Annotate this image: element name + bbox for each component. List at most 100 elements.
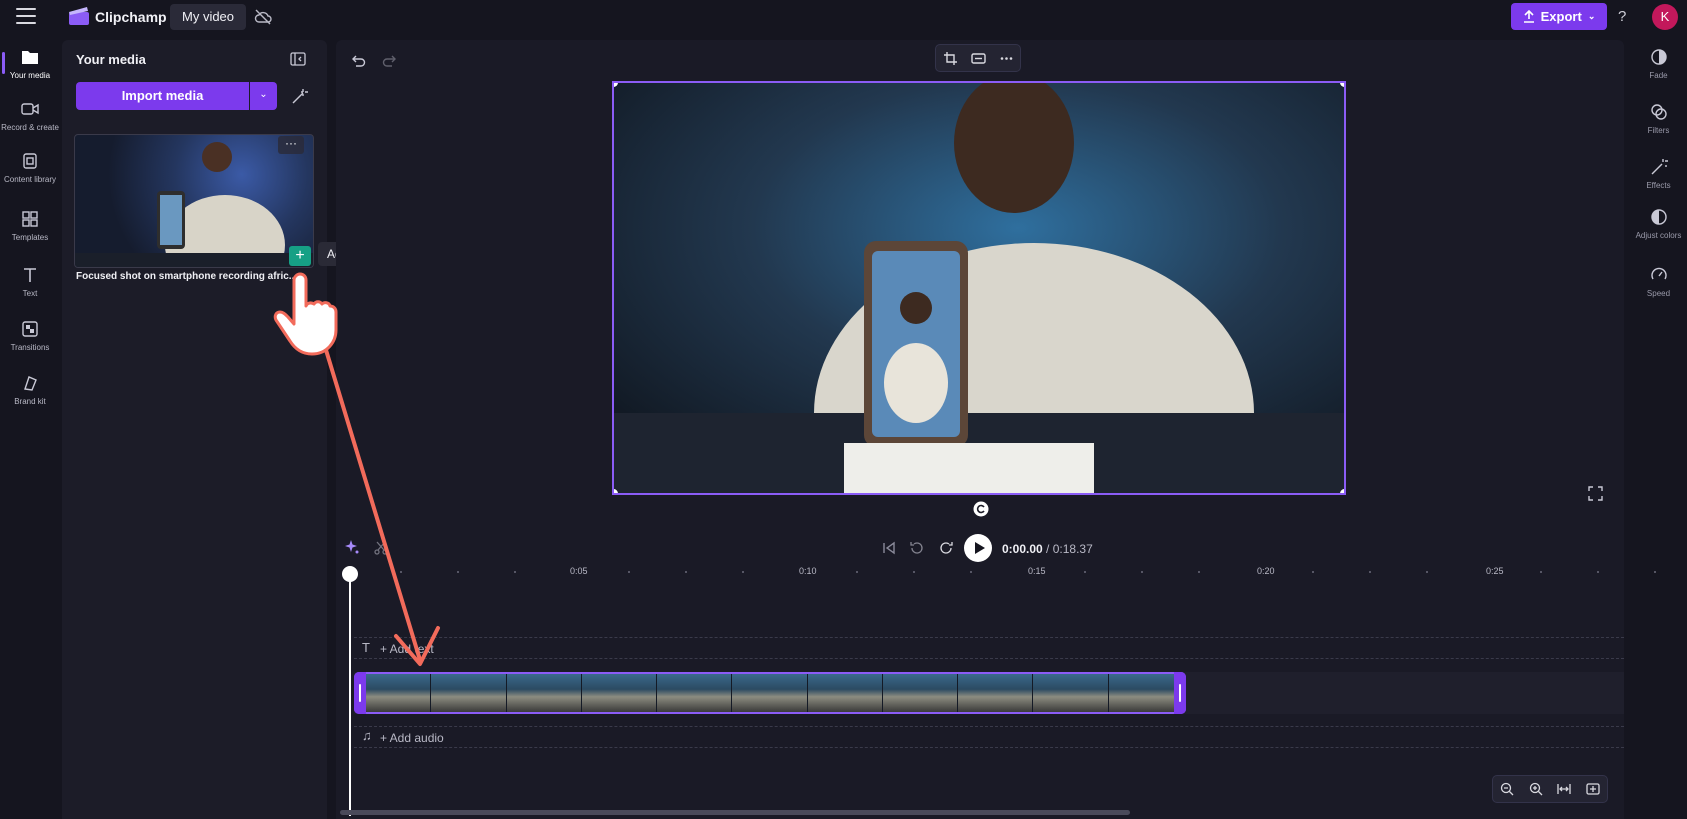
rail-item-your-media[interactable]: Your media [0,48,60,80]
add-audio-button[interactable]: + Add audio [380,731,444,745]
top-bar: Clipchamp My video Export ⌄ ? K [0,0,1687,34]
split-icon[interactable] [374,541,388,555]
rail-item-adjust-colors[interactable]: Adjust colors [1630,208,1687,240]
rail-item-record-create[interactable]: Record & create [0,100,60,132]
rail-item-brand-kit[interactable]: Brand kit [0,374,60,406]
ruler-label: 0:05 [570,566,588,576]
rail-label: Filters [1647,126,1670,135]
playhead[interactable] [349,576,351,816]
add-to-timeline-button[interactable]: + [289,246,311,266]
timeline-ruler[interactable]: 0:05 0:10 0:15 0:20 0:25 [336,566,1656,586]
cloud-off-icon[interactable] [254,9,272,25]
play-icon [975,542,985,554]
templates-icon [22,211,38,227]
media-thumbnail-image [75,142,313,267]
rail-label: Text [22,289,38,298]
transitions-icon [22,321,38,337]
effects-icon [1651,159,1668,175]
ruler-tick [400,571,402,573]
media-panel: Your media Import media ⌄ ··· Focused sh… [62,40,327,819]
folder-icon [22,51,38,64]
zoom-in-icon[interactable] [1529,782,1543,796]
help-icon[interactable]: ? [1618,8,1626,25]
ruler-label: 0:15 [1028,566,1046,576]
clip-frame [882,674,959,712]
resize-handle[interactable] [614,489,618,493]
rail-item-effects[interactable]: Effects [1630,158,1687,190]
clipchamp-logo-icon [69,7,89,25]
timeline-horizontal-scrollbar[interactable] [340,810,1130,815]
playhead-handle[interactable] [342,566,358,582]
preview-toolbar [935,44,1021,72]
zoom-out-icon[interactable] [1500,782,1514,796]
clip-frame [1033,674,1109,712]
ruler-tick [1426,571,1428,573]
time-separator: / [1042,542,1053,556]
clip-frame [807,674,883,712]
collapse-panel-icon[interactable] [290,52,306,66]
rail-item-speed[interactable]: Speed [1630,266,1687,298]
crop-icon[interactable] [943,51,958,66]
rail-item-content-library[interactable]: Content library [0,152,60,184]
redo-icon[interactable] [382,53,398,69]
rewind-5s-icon[interactable] [909,540,925,556]
rail-item-templates[interactable]: Templates [0,210,60,242]
right-rail: Fade Filters Effects Adjust colors Speed [1630,40,1687,819]
skip-to-start-icon[interactable] [881,540,897,556]
current-time: 0:00.00 [1002,542,1043,556]
clip-trim-handle-left[interactable] [354,672,366,714]
forward-5s-icon[interactable] [938,540,954,556]
rail-item-filters[interactable]: Filters [1630,103,1687,135]
undo-icon[interactable] [350,53,366,69]
import-media-button[interactable]: Import media [76,82,249,110]
fit-timeline-icon[interactable] [1557,782,1571,796]
ruler-tick [913,571,915,573]
rotate-icon[interactable] [973,501,989,517]
audio-track[interactable] [354,726,1624,748]
fullscreen-icon[interactable] [1588,486,1603,501]
play-button[interactable] [964,534,992,562]
ai-sparkle-icon[interactable] [344,539,360,555]
ruler-tick [1597,571,1599,573]
rail-label: Templates [11,233,49,242]
text-track-icon: T [362,640,370,655]
ruler-label: 0:10 [799,566,817,576]
rail-item-fade[interactable]: Fade [1630,48,1687,80]
total-duration: 0:18.37 [1052,542,1093,556]
text-track[interactable] [354,637,1624,659]
clip-frame [356,674,432,712]
magic-wand-icon[interactable] [290,88,308,106]
rail-label: Effects [1646,181,1671,190]
rail-label: Record & create [1,123,59,132]
hand-pointer-icon [273,272,338,356]
chevron-down-icon: ⌄ [1587,11,1596,21]
ruler-tick [457,571,459,573]
rail-item-transitions[interactable]: Transitions [0,320,60,352]
brand-kit-icon [24,376,37,391]
resize-handle[interactable] [1340,83,1344,87]
editor-area: 0:00.00 / 0:18.37 0:05 0:10 0:15 0:20 0:… [336,40,1656,819]
rail-label: Fade [1649,71,1668,80]
zoom-controls [1492,775,1608,803]
media-thumbnail[interactable] [74,134,314,268]
panel-title: Your media [76,52,146,67]
hamburger-menu-icon[interactable] [16,8,36,24]
music-note-icon: ♫ [362,728,372,743]
fit-icon[interactable] [970,51,986,66]
resize-handle[interactable] [1340,489,1344,493]
expand-timeline-icon[interactable] [1586,782,1600,796]
rail-item-text[interactable]: Text [0,266,60,298]
ruler-tick [628,571,630,573]
media-more-options-icon[interactable]: ··· [278,136,304,154]
import-dropdown-chevron-icon[interactable]: ⌄ [250,82,277,110]
more-options-icon[interactable] [999,51,1014,66]
ruler-tick [970,571,972,573]
video-preview-canvas[interactable] [612,81,1346,495]
add-text-button[interactable]: + Add text [380,642,434,656]
video-clip[interactable] [354,672,1186,714]
project-title-tab[interactable]: My video [170,4,247,30]
clip-trim-handle-right[interactable] [1174,672,1186,714]
fade-icon [1650,49,1667,65]
export-button[interactable]: Export ⌄ [1511,3,1607,30]
avatar[interactable]: K [1652,4,1678,30]
